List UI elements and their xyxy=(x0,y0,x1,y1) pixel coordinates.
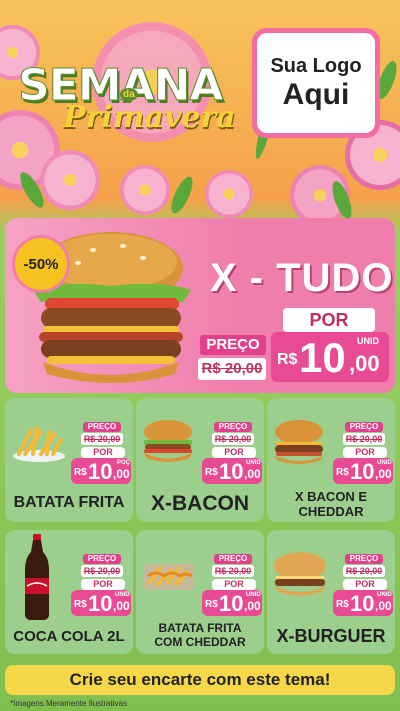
old-price: R$ 20,00 xyxy=(198,358,266,380)
old-price: R$ 20,00 xyxy=(212,433,254,445)
product-card: PREÇO R$ 20,00 POR R$ 10 ,00 UNID X BACO… xyxy=(267,398,395,522)
new-price: R$ 10 ,00 POÇ xyxy=(71,458,131,484)
preco-label: PREÇO xyxy=(214,422,252,432)
product-name: X BACON E CHEDDAR xyxy=(294,489,368,519)
old-price: R$ 20,00 xyxy=(81,433,123,445)
leaf-icon xyxy=(167,173,197,217)
new-price: R$ 10 ,00 UNID xyxy=(202,590,262,616)
currency: R$ xyxy=(277,351,298,368)
logo-line2: Aqui xyxy=(282,77,350,111)
preco-label: PREÇO xyxy=(345,554,383,564)
new-price: R$ 10 ,00 UNID xyxy=(71,590,131,616)
old-price: R$ 20,00 xyxy=(343,565,385,577)
new-price: R$ 10 ,00 UNID xyxy=(271,332,389,382)
disclaimer: *Imagens Meramente Ilustrativas xyxy=(10,699,127,708)
fries-image xyxy=(13,426,65,462)
product-card: PREÇO R$ 20,00 POR R$ 10 ,00 UNID COCA C… xyxy=(5,530,133,654)
new-price: R$ 10 ,00 UNID xyxy=(333,458,393,484)
product-card: PREÇO R$ 20,00 POR R$ 10 ,00 UNID BATATA… xyxy=(136,530,264,654)
burger-image xyxy=(274,552,326,596)
flower-icon xyxy=(120,165,170,215)
title-sub: Primavera xyxy=(63,100,236,135)
logo-placeholder: Sua Logo Aqui xyxy=(252,28,380,138)
por-label: POR xyxy=(212,579,256,590)
hero-card: -50% X - TUDO PREÇO R$ 20,00 POR R$ 10 ,… xyxy=(5,218,395,393)
new-price: R$ 10 ,00 UNID xyxy=(202,458,262,484)
price-dec: ,00 xyxy=(349,351,380,376)
product-card: PREÇO R$ 20,00 POR R$ 10 ,00 UNID X-BACO… xyxy=(136,398,264,522)
burger-image xyxy=(144,420,192,462)
por-label: POR xyxy=(81,579,125,590)
por-label: POR xyxy=(343,579,387,590)
hero-product-name: X - TUDO xyxy=(210,256,394,300)
logo-line1: Sua Logo xyxy=(270,54,362,77)
preco-label: PREÇO xyxy=(83,422,121,432)
product-name: X-BACON xyxy=(151,492,249,515)
fries-cheddar-image xyxy=(144,564,194,590)
product-card: PREÇO R$ 20,00 POR R$ 10 ,00 POÇ BATATA … xyxy=(5,398,133,522)
old-price: R$ 20,00 xyxy=(343,433,385,445)
flower-icon xyxy=(40,150,100,210)
old-price: R$ 20,00 xyxy=(212,565,254,577)
por-label: POR xyxy=(283,308,375,332)
preco-label: PREÇO xyxy=(200,335,266,355)
unit-label: UNID xyxy=(357,336,379,346)
por-label: POR xyxy=(212,447,256,458)
product-name: BATATA FRITA xyxy=(13,494,125,511)
new-price: R$ 10 ,00 UNID xyxy=(333,590,393,616)
flower-icon xyxy=(205,170,253,218)
cta-text: Crie seu encarte com este tema! xyxy=(69,670,331,689)
preco-label: PREÇO xyxy=(83,554,121,564)
product-card: PREÇO R$ 20,00 POR R$ 10 ,00 UNID X-BURG… xyxy=(267,530,395,654)
cta-banner: Crie seu encarte com este tema! xyxy=(5,665,395,695)
discount-badge: -50% xyxy=(15,238,67,290)
soda-bottle-image xyxy=(25,534,49,620)
preco-label: PREÇO xyxy=(345,422,383,432)
flyer: SEMANA da Primavera Sua Logo Aqui -50% X… xyxy=(0,0,400,711)
product-name: COCA COLA 2L xyxy=(13,628,125,645)
burger-image xyxy=(275,420,323,464)
product-name: X-BURGUER xyxy=(276,626,386,646)
por-label: POR xyxy=(81,447,125,458)
event-title: SEMANA da Primavera xyxy=(17,58,238,138)
old-price: R$ 20,00 xyxy=(81,565,123,577)
por-label: POR xyxy=(343,447,387,458)
product-name: BATATA FRITA COM CHEDDAR xyxy=(154,621,246,649)
price-int: 10 xyxy=(299,334,346,381)
preco-label: PREÇO xyxy=(214,554,252,564)
